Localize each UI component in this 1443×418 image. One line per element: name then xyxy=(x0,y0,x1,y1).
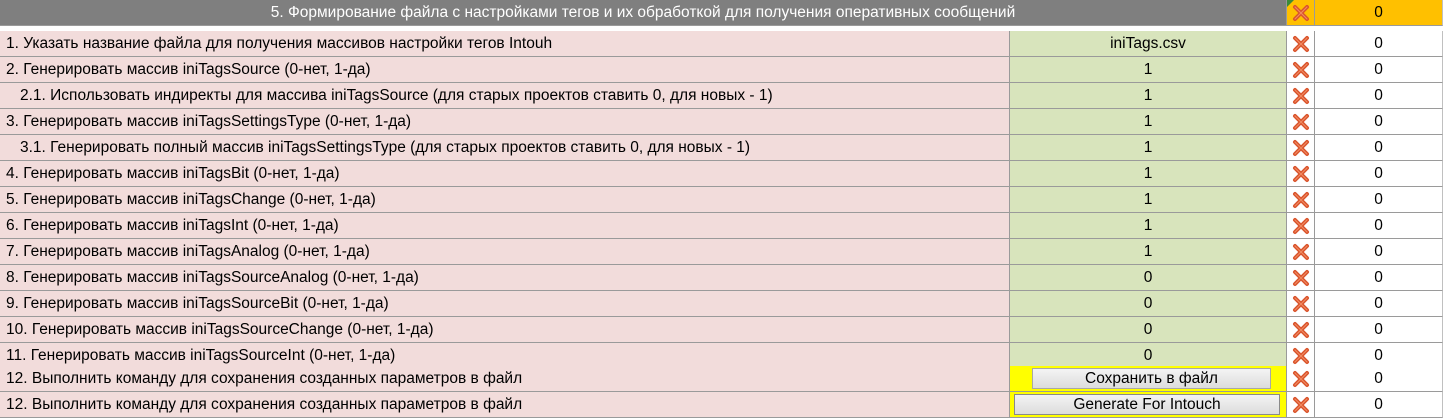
status-icon-cell xyxy=(1287,57,1315,83)
row-label: 9. Генерировать массив iniTagsSourceBit … xyxy=(0,291,1010,317)
row-label: 2. Генерировать массив iniTagsSource (0-… xyxy=(0,57,1010,83)
table-row: 9. Генерировать массив iniTagsSourceBit … xyxy=(0,291,1443,317)
table-row: 6. Генерировать массив iniTagsInt (0-нет… xyxy=(0,213,1443,239)
row-label: 6. Генерировать массив iniTagsInt (0-нет… xyxy=(0,213,1010,239)
status-icon-cell xyxy=(1287,31,1315,57)
status-icon-cell xyxy=(1287,291,1315,317)
status-icon-cell xyxy=(1287,366,1315,392)
row-status-value[interactable]: 0 xyxy=(1315,265,1443,291)
row-label: 4. Генерировать массив iniTagsBit (0-нет… xyxy=(0,161,1010,187)
row-status-value[interactable]: 0 xyxy=(1315,135,1443,161)
red-x-icon xyxy=(1292,35,1309,52)
table-row: 12. Выполнить команду для сохранения соз… xyxy=(0,366,1443,392)
section-header-row: 5. Формирование файла с настройками тего… xyxy=(0,0,1443,26)
status-icon-cell xyxy=(1287,392,1315,418)
row-label: 12. Выполнить команду для сохранения соз… xyxy=(0,366,1010,392)
red-x-icon xyxy=(1292,113,1309,130)
table-row: 5. Генерировать массив iniTagsChange (0-… xyxy=(0,187,1443,213)
red-x-icon xyxy=(1292,370,1309,387)
table-row: 7. Генерировать массив iniTagsAnalog (0-… xyxy=(0,239,1443,265)
row-label: 10. Генерировать массив iniTagsSourceCha… xyxy=(0,317,1010,343)
save-to-file-button[interactable]: Сохранить в файл xyxy=(1032,368,1271,389)
red-x-icon xyxy=(1292,87,1309,104)
table-row: 2.1. Использовать индиректы для массива … xyxy=(0,83,1443,109)
row-label: 8. Генерировать массив iniTagsSourceAnal… xyxy=(0,265,1010,291)
red-x-icon xyxy=(1292,243,1309,260)
row-value-cell[interactable]: 1 xyxy=(1010,213,1287,239)
row-status-value[interactable]: 0 xyxy=(1315,239,1443,265)
row-label: 3.1. Генерировать полный массив iniTagsS… xyxy=(0,135,1010,161)
status-icon-cell xyxy=(1287,265,1315,291)
status-icon-cell xyxy=(1287,161,1315,187)
red-x-icon xyxy=(1292,4,1309,21)
row-status-value[interactable]: 0 xyxy=(1315,366,1443,392)
row-value-cell[interactable]: 1 xyxy=(1010,239,1287,265)
row-value-cell[interactable]: 0 xyxy=(1010,291,1287,317)
header-status-value[interactable]: 0 xyxy=(1315,0,1443,26)
table-row: 10. Генерировать массив iniTagsSourceCha… xyxy=(0,317,1443,343)
table-row: 12. Выполнить команду для сохранения соз… xyxy=(0,392,1443,418)
red-x-icon xyxy=(1292,347,1309,364)
status-icon-cell xyxy=(1287,317,1315,343)
row-status-value[interactable]: 0 xyxy=(1315,57,1443,83)
row-value-cell[interactable]: 1 xyxy=(1010,83,1287,109)
red-x-icon xyxy=(1292,165,1309,182)
status-icon-cell xyxy=(1287,109,1315,135)
table-row: 2. Генерировать массив iniTagsSource (0-… xyxy=(0,57,1443,83)
status-icon-cell xyxy=(1287,239,1315,265)
status-icon-cell xyxy=(1287,83,1315,109)
row-value-cell[interactable]: 1 xyxy=(1010,187,1287,213)
comment-indicator-icon xyxy=(1287,0,1294,7)
status-icon-cell xyxy=(1287,213,1315,239)
red-x-icon xyxy=(1292,396,1309,413)
generate-for-intouch-button[interactable]: Generate For Intouch xyxy=(1014,394,1280,415)
row-status-value[interactable]: 0 xyxy=(1315,291,1443,317)
row-value-cell[interactable]: 1 xyxy=(1010,57,1287,83)
table-row: 8. Генерировать массив iniTagsSourceAnal… xyxy=(0,265,1443,291)
row-value-cell[interactable]: 1 xyxy=(1010,109,1287,135)
row-label: 7. Генерировать массив iniTagsAnalog (0-… xyxy=(0,239,1010,265)
row-status-value[interactable]: 0 xyxy=(1315,161,1443,187)
row-status-value[interactable]: 0 xyxy=(1315,187,1443,213)
red-x-icon xyxy=(1292,295,1309,312)
row-value-cell[interactable]: iniTags.csv xyxy=(1010,31,1287,57)
red-x-icon xyxy=(1292,139,1309,156)
button-cell: Generate For Intouch xyxy=(1010,392,1287,418)
status-icon-cell xyxy=(1287,187,1315,213)
table-row: 3.1. Генерировать полный массив iniTagsS… xyxy=(0,135,1443,161)
header-status-icon-cell xyxy=(1287,0,1315,26)
red-x-icon xyxy=(1292,61,1309,78)
red-x-icon xyxy=(1292,321,1309,338)
table-row: 4. Генерировать массив iniTagsBit (0-нет… xyxy=(0,161,1443,187)
table-row: 1. Указать название файла для получения … xyxy=(0,31,1443,57)
button-cell: Сохранить в файл xyxy=(1010,366,1287,392)
row-label: 2.1. Использовать индиректы для массива … xyxy=(0,83,1010,109)
red-x-icon xyxy=(1292,191,1309,208)
row-value-cell[interactable]: 1 xyxy=(1010,135,1287,161)
row-value-cell[interactable]: 1 xyxy=(1010,161,1287,187)
row-status-value[interactable]: 0 xyxy=(1315,213,1443,239)
row-label: 12. Выполнить команду для сохранения соз… xyxy=(0,392,1010,418)
spreadsheet: 5. Формирование файла с настройками тего… xyxy=(0,0,1443,418)
row-value-cell[interactable]: 0 xyxy=(1010,265,1287,291)
row-status-value[interactable]: 0 xyxy=(1315,109,1443,135)
row-status-value[interactable]: 0 xyxy=(1315,83,1443,109)
status-icon-cell xyxy=(1287,135,1315,161)
row-label: 5. Генерировать массив iniTagsChange (0-… xyxy=(0,187,1010,213)
row-status-value[interactable]: 0 xyxy=(1315,392,1443,418)
section-title: 5. Формирование файла с настройками тего… xyxy=(0,0,1287,26)
row-label: 1. Указать название файла для получения … xyxy=(0,31,1010,57)
row-label: 3. Генерировать массив iniTagsSettingsTy… xyxy=(0,109,1010,135)
row-status-value[interactable]: 0 xyxy=(1315,31,1443,57)
red-x-icon xyxy=(1292,217,1309,234)
row-status-value[interactable]: 0 xyxy=(1315,317,1443,343)
row-value-cell[interactable]: 0 xyxy=(1010,317,1287,343)
table-row: 3. Генерировать массив iniTagsSettingsTy… xyxy=(0,109,1443,135)
red-x-icon xyxy=(1292,269,1309,286)
